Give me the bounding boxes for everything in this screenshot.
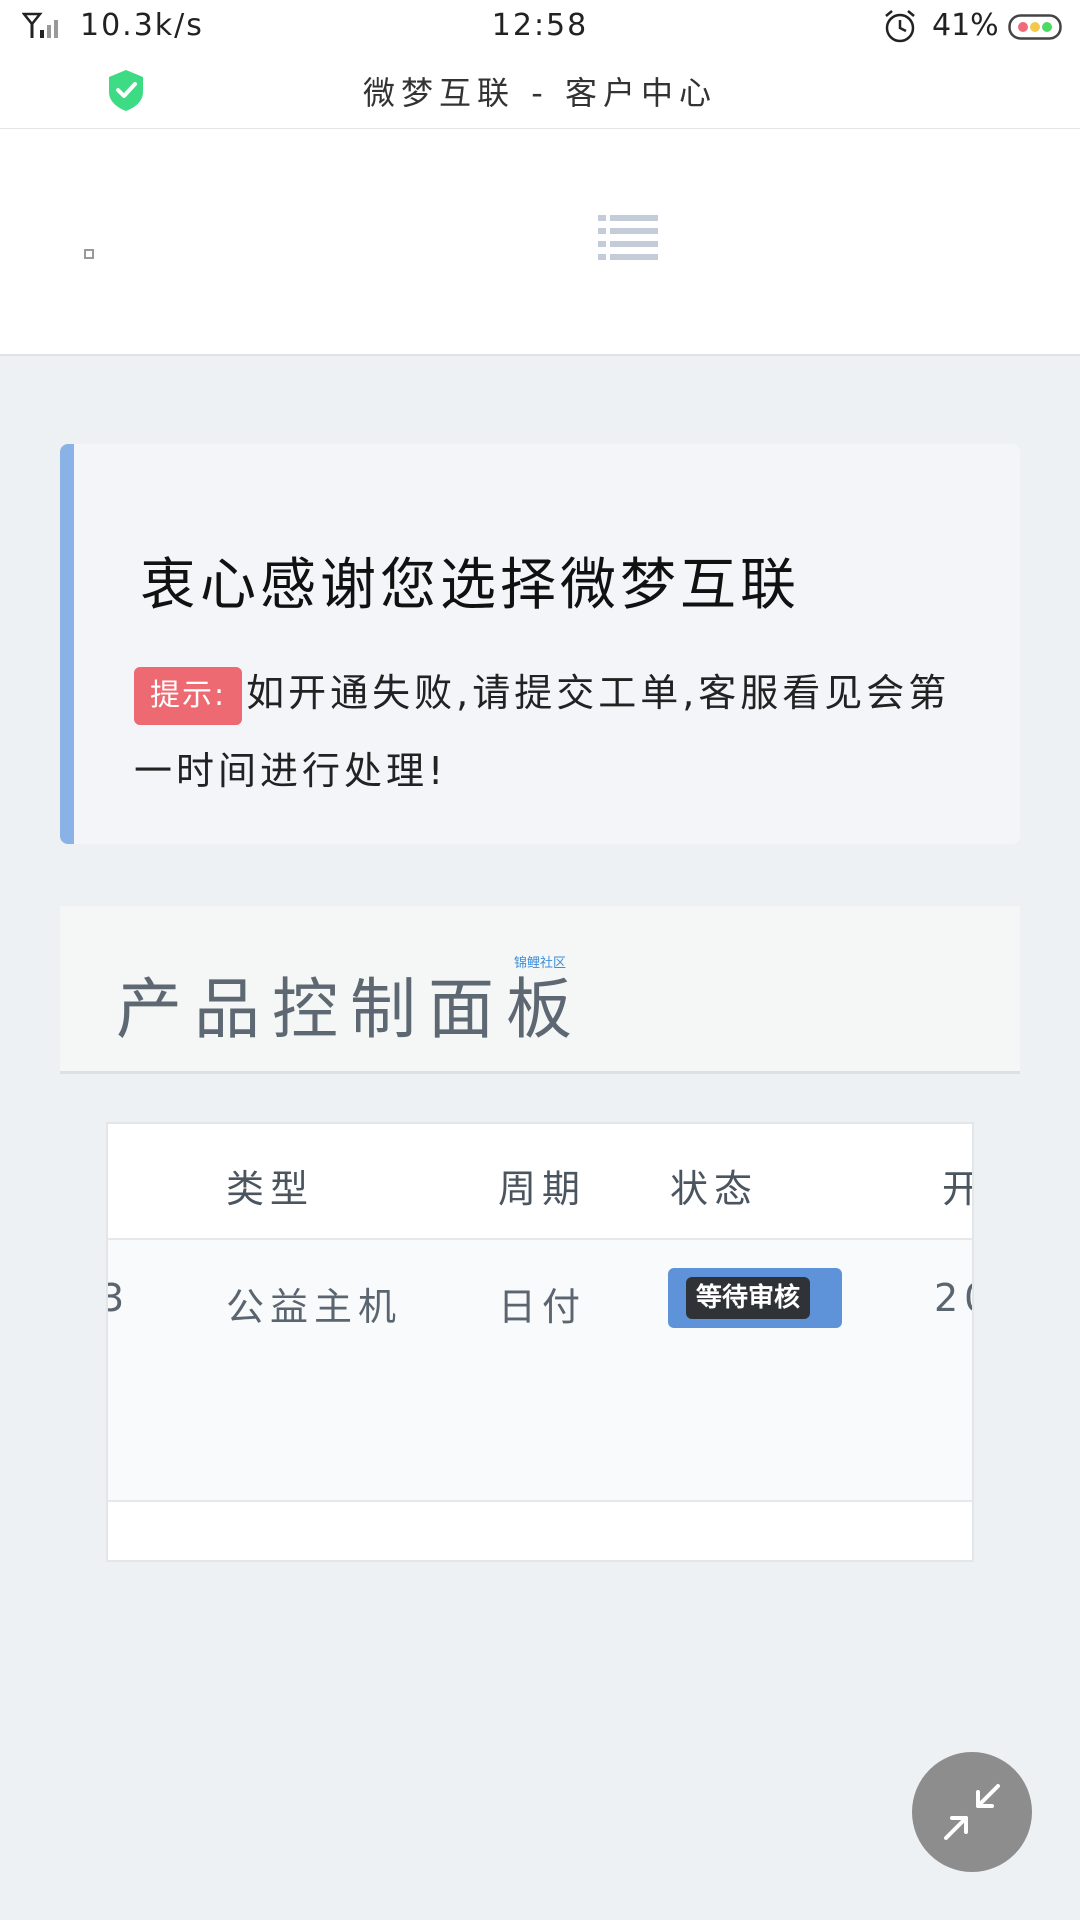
notice-card: 衷心感谢您选择微梦互联 提示: 如开通失败,请提交工单,客服看见会第一时间进行处理… (60, 444, 1020, 844)
status-label: 等待审核 (686, 1277, 811, 1319)
column-header-cycle: 周期 (498, 1167, 587, 1211)
minimize-arrows-icon (944, 1784, 1000, 1840)
panel-header: 产品控制面板 锦鲤社区 (60, 906, 1020, 1074)
notice-message: 如开通失败,请提交工单,客服看见会第一时间进行处理! (134, 671, 951, 793)
cell-id: 3 (108, 1276, 130, 1320)
cell-open-date: 20 (934, 1276, 972, 1320)
alarm-icon (885, 10, 915, 43)
battery-icon (1008, 14, 1062, 40)
minimize-button[interactable] (912, 1752, 1032, 1872)
tip-badge: 提示: (134, 666, 243, 725)
logo-placeholder[interactable] (84, 249, 94, 259)
watermark-text: 锦鲤社区 (514, 956, 567, 971)
site-header (0, 129, 1080, 356)
column-header-open-date: 开 (942, 1158, 972, 1213)
notice-body: 提示: 如开通失败,请提交工单,客服看见会第一时间进行处理! (134, 654, 954, 810)
battery-percent: 41% (932, 8, 999, 43)
list-menu-icon[interactable] (598, 213, 658, 263)
column-header-type: 类型 (226, 1167, 315, 1211)
table-header: 类型 周期 状态 开 (108, 1124, 972, 1240)
page-title: 微梦互联 - 客户中心 (363, 74, 717, 112)
status-bar: 10.3k/s 12:58 41% (0, 0, 1080, 54)
status-badge: 等待审核 (668, 1268, 842, 1328)
column-header-status: 状态 (670, 1167, 759, 1211)
browser-title-bar: 微梦互联 - 客户中心 (0, 52, 1080, 129)
clock: 12:58 (491, 8, 589, 43)
table-row[interactable]: 3 公益主机 日付 等待审核 20 (108, 1240, 972, 1502)
cell-type: 公益主机 (226, 1285, 403, 1329)
notice-title: 衷心感谢您选择微梦互联 (140, 553, 800, 618)
product-table[interactable]: 类型 周期 状态 开 3 公益主机 日付 等待审核 20 (106, 1122, 974, 1562)
cell-cycle: 日付 (498, 1285, 587, 1329)
